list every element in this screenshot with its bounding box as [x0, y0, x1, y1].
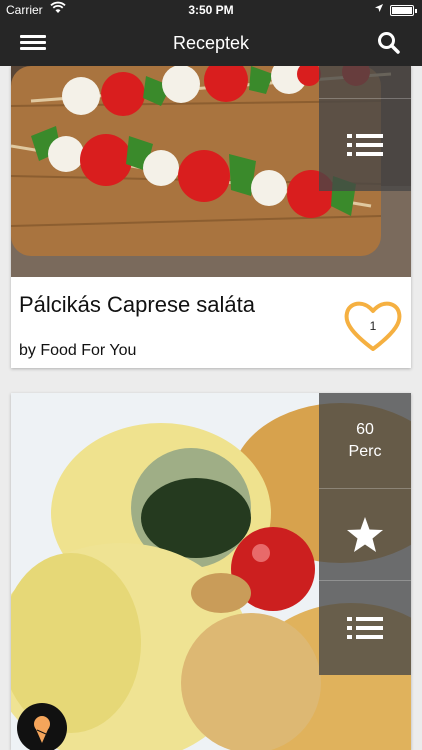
nav-bar: Receptek — [0, 20, 422, 66]
list-icon[interactable] — [319, 581, 411, 675]
status-bar: Carrier 3:50 PM — [0, 0, 422, 20]
search-icon[interactable] — [376, 30, 402, 56]
recipe-actions-panel — [319, 66, 411, 191]
recipe-card[interactable]: 60 Perc — [11, 393, 411, 750]
app-header: Carrier 3:50 PM Receptek — [0, 0, 422, 66]
battery-icon — [390, 5, 417, 16]
star-icon[interactable] — [319, 489, 411, 581]
recipe-author[interactable]: by Food For You — [19, 342, 136, 360]
cooking-time: 60 Perc — [319, 393, 411, 489]
list-icon[interactable] — [319, 99, 411, 191]
location-arrow-icon — [374, 2, 384, 16]
recipe-actions-panel: 60 Perc — [319, 393, 411, 675]
recipe-title[interactable]: Pálcikás Caprese saláta — [19, 292, 255, 318]
like-button[interactable]: 1 — [343, 299, 403, 353]
like-count: 1 — [369, 319, 377, 333]
panel-spacer — [319, 66, 411, 99]
cooking-time-unit: Perc — [348, 442, 382, 460]
ice-cream-icon[interactable] — [17, 703, 67, 750]
recipe-card[interactable]: Pálcikás Caprese saláta by Food For You … — [11, 66, 411, 368]
cooking-time-value: 60 — [356, 420, 374, 438]
page-title: Receptek — [172, 33, 250, 53]
clock: 3:50 PM — [188, 3, 234, 17]
